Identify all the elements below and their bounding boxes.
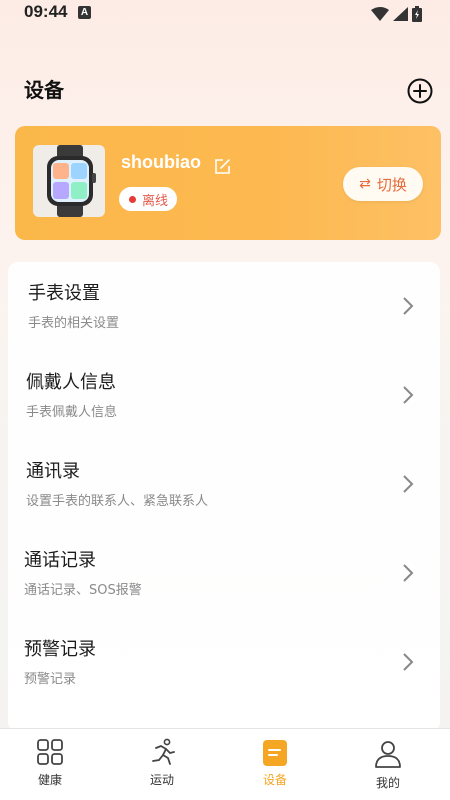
menu-item-alert-records[interactable]: 预警记录 预警记录 xyxy=(8,618,440,706)
device-card[interactable]: shoubiao 离线 ⇄ 切换 xyxy=(15,126,441,240)
watch-image xyxy=(33,145,105,217)
switch-icon: ⇄ xyxy=(359,176,371,192)
menu-item-subtitle: 设置手表的联系人、紧急联系人 xyxy=(26,494,209,509)
tab-label: 运动 xyxy=(149,773,174,787)
battery-icon xyxy=(412,6,422,22)
tab-label: 健康 xyxy=(37,773,62,787)
smartwatch-icon xyxy=(47,145,96,217)
add-device-button[interactable] xyxy=(407,78,433,104)
status-icons xyxy=(371,6,422,22)
page-title: 设备 xyxy=(24,78,64,102)
status-bar: 09:44 A xyxy=(0,0,450,28)
device-name: shoubiao xyxy=(121,152,201,172)
tab-profile[interactable]: 我的 xyxy=(332,729,444,800)
menu-item-title: 手表设置 xyxy=(28,283,100,304)
chevron-right-icon xyxy=(403,475,414,493)
menu-list: 手表设置 手表的相关设置 佩戴人信息 手表佩戴人信息 通讯录 设置手表的联系人、… xyxy=(8,262,440,732)
switch-device-button[interactable]: ⇄ 切换 xyxy=(343,167,423,201)
menu-item-subtitle: 通话记录、SOS报警 xyxy=(24,583,142,598)
grid-icon xyxy=(37,739,63,765)
menu-item-contacts[interactable]: 通讯录 设置手表的联系人、紧急联系人 xyxy=(8,440,440,528)
menu-item-call-records[interactable]: 通话记录 通话记录、SOS报警 xyxy=(8,529,440,617)
tab-device[interactable]: 设备 xyxy=(219,729,331,800)
menu-item-title: 预警记录 xyxy=(24,639,96,660)
chevron-right-icon xyxy=(403,297,414,315)
menu-item-subtitle: 预警记录 xyxy=(24,672,77,687)
profile-icon xyxy=(375,741,401,768)
chevron-right-icon xyxy=(403,386,414,404)
chevron-right-icon xyxy=(403,653,414,671)
menu-item-subtitle: 手表佩戴人信息 xyxy=(26,405,118,420)
bottom-tab-bar: 健康 运动 设备 我的 xyxy=(0,729,450,800)
tab-label: 我的 xyxy=(375,776,400,790)
status-time: 09:44 xyxy=(24,2,68,21)
menu-item-wearer-info[interactable]: 佩戴人信息 手表佩戴人信息 xyxy=(8,351,440,439)
running-icon xyxy=(152,738,175,765)
edit-icon[interactable] xyxy=(214,158,231,175)
tab-health[interactable]: 健康 xyxy=(0,729,106,800)
signal-icon xyxy=(393,7,408,21)
notification-app-icon: A xyxy=(78,6,91,19)
device-icon xyxy=(263,740,287,766)
menu-item-title: 通话记录 xyxy=(24,550,96,571)
switch-label: 切换 xyxy=(376,175,407,194)
menu-item-watch-settings[interactable]: 手表设置 手表的相关设置 xyxy=(8,262,440,350)
chevron-right-icon xyxy=(403,564,414,582)
menu-item-title: 佩戴人信息 xyxy=(26,372,116,393)
tab-sport[interactable]: 运动 xyxy=(106,729,218,800)
menu-item-subtitle: 手表的相关设置 xyxy=(28,316,120,331)
wifi-icon xyxy=(371,7,389,21)
offline-dot xyxy=(129,195,136,203)
menu-item-title: 通讯录 xyxy=(26,461,80,482)
status-badge: 离线 xyxy=(119,187,178,211)
tab-label: 设备 xyxy=(262,773,287,787)
status-label: 离线 xyxy=(142,193,169,209)
